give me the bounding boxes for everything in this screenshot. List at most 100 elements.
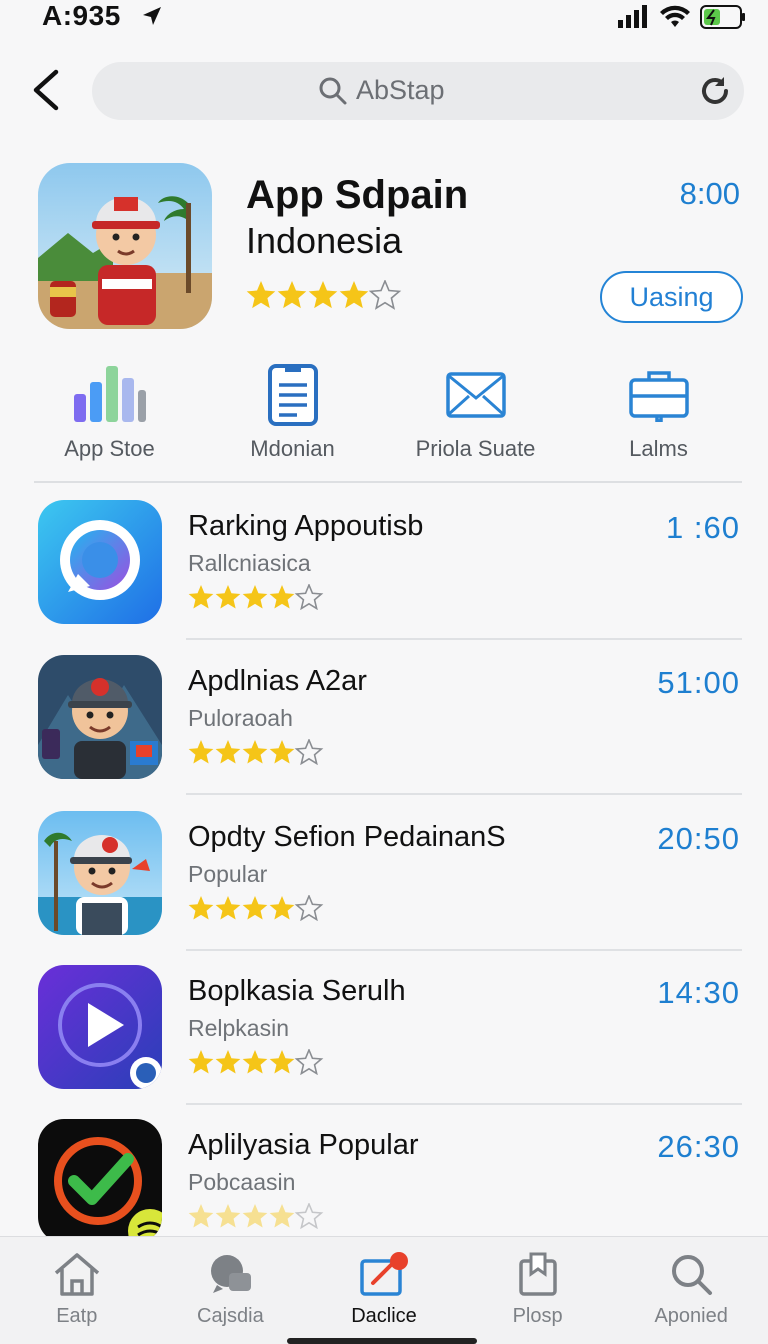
app-duration: 51:00 <box>657 665 740 700</box>
app-icon-chat <box>38 500 162 624</box>
search-icon <box>672 1255 713 1295</box>
category-app-store[interactable]: App Stoe <box>18 362 201 472</box>
clipboard-icon <box>518 1252 557 1296</box>
star-filled-icon <box>269 1050 295 1074</box>
search-bar[interactable]: AbStap <box>92 62 744 120</box>
briefcase-icon <box>619 362 699 428</box>
search-icon <box>319 77 347 105</box>
app-category: Puloraoah <box>188 705 293 731</box>
edit-icon <box>360 1252 408 1296</box>
battery-icon <box>700 5 745 29</box>
star-filled-icon <box>242 740 268 764</box>
app-duration: 14:30 <box>657 975 740 1010</box>
tab-daclice[interactable]: Daclice <box>307 1237 461 1344</box>
location-arrow-icon <box>143 7 161 25</box>
category-row: App Stoe Mdonian Priola Suate Lalms <box>18 362 750 472</box>
app-name: Rarking Appoutisb <box>188 510 424 542</box>
star-filled-icon <box>215 740 241 764</box>
tab-cajsdia[interactable]: Cajsdia <box>154 1237 308 1344</box>
star-empty-icon <box>294 893 324 922</box>
app-category: Relpkasin <box>188 1015 289 1041</box>
tab-bar: Eatp Cajsdia Daclice Plosp Aponied <box>0 1236 768 1344</box>
star-empty-icon <box>294 582 324 611</box>
app-rating <box>188 1201 324 1234</box>
hero-app-icon[interactable] <box>38 163 212 329</box>
app-list-item[interactable]: Opdty Sefion PedainanS Popular 20:50 <box>0 811 768 967</box>
divider <box>34 481 742 483</box>
tab-label: Eatp <box>56 1305 98 1327</box>
star-filled-icon <box>215 585 241 609</box>
mail-icon <box>436 362 516 428</box>
divider <box>186 793 742 795</box>
category-mdonian[interactable]: Mdonian <box>201 362 384 472</box>
hero-rating <box>246 278 402 315</box>
star-filled-icon <box>242 896 268 920</box>
star-filled-icon <box>215 1204 241 1228</box>
app-list-item[interactable]: Apdlnias A2ar Puloraoah 51:00 <box>0 655 768 811</box>
using-button[interactable]: Uasing <box>600 271 743 323</box>
app-name: Apdlnias A2ar <box>188 665 367 697</box>
star-filled-icon <box>188 896 214 920</box>
star-filled-icon <box>215 896 241 920</box>
tab-aponied[interactable]: Aponied <box>614 1237 768 1344</box>
star-filled-icon <box>277 281 307 309</box>
back-chevron-icon[interactable] <box>28 66 68 114</box>
category-priola-suate[interactable]: Priola Suate <box>384 362 567 472</box>
category-label: Lalms <box>629 436 688 461</box>
category-label: Priola Suate <box>415 436 536 461</box>
star-filled-icon <box>269 740 295 764</box>
document-icon <box>253 362 333 428</box>
app-list-item[interactable]: Boplkasia Serulh Relpkasin 14:30 <box>0 965 768 1121</box>
star-empty-icon <box>294 1047 324 1076</box>
signal-icon <box>618 5 647 28</box>
hero-title-line1: App Sdpain <box>246 173 469 217</box>
star-empty-icon <box>294 737 324 766</box>
home-icon <box>54 1253 99 1296</box>
hero-time: 8:00 <box>679 176 740 211</box>
category-lalms[interactable]: Lalms <box>567 362 750 472</box>
tab-eatp[interactable]: Eatp <box>0 1237 154 1344</box>
app-icon-play <box>38 965 162 1089</box>
tab-label: Plosp <box>512 1305 563 1327</box>
star-filled-icon <box>188 1050 214 1074</box>
star-filled-icon <box>242 585 268 609</box>
bar-chart-icon <box>70 362 150 428</box>
app-name: Aplilyasia Popular <box>188 1129 419 1161</box>
category-label: App Stoe <box>64 436 155 461</box>
star-filled-icon <box>308 281 338 309</box>
star-filled-icon <box>269 1204 295 1228</box>
tab-label: Cajsdia <box>197 1305 264 1327</box>
star-filled-icon <box>188 585 214 609</box>
app-category: Rallcniasica <box>188 550 311 576</box>
chat-icon <box>211 1255 252 1293</box>
app-duration: 26:30 <box>657 1129 740 1164</box>
hero-title: App Sdpain Indonesia <box>246 172 576 264</box>
app-duration: 20:50 <box>657 821 740 856</box>
star-filled-icon <box>242 1050 268 1074</box>
reload-icon[interactable] <box>698 74 732 108</box>
app-category: Popular <box>188 861 268 887</box>
tab-plosp[interactable]: Plosp <box>461 1237 615 1344</box>
divider <box>186 1103 742 1105</box>
app-icon-character <box>38 655 162 779</box>
tab-label: Daclice <box>351 1305 417 1327</box>
app-category: Pobcaasin <box>188 1169 296 1195</box>
app-duration: 1 :60 <box>666 510 740 545</box>
home-indicator <box>287 1338 477 1344</box>
app-icon-checkmark <box>38 1119 162 1243</box>
app-list-item[interactable]: Rarking Appoutisb Rallcniasica 1 :60 <box>0 500 768 656</box>
app-name: Boplkasia Serulh <box>188 975 406 1007</box>
category-label: Mdonian <box>250 436 335 461</box>
star-filled-icon <box>339 281 369 309</box>
divider <box>186 949 742 951</box>
star-filled-icon <box>215 1050 241 1074</box>
star-filled-icon <box>242 1204 268 1228</box>
status-time: A:935 <box>42 0 121 31</box>
star-filled-icon <box>269 896 295 920</box>
app-rating <box>188 582 324 615</box>
app-rating <box>188 737 324 770</box>
star-empty-icon <box>294 1201 324 1230</box>
star-filled-icon <box>246 281 276 309</box>
star-filled-icon <box>269 585 295 609</box>
star-filled-icon <box>188 740 214 764</box>
